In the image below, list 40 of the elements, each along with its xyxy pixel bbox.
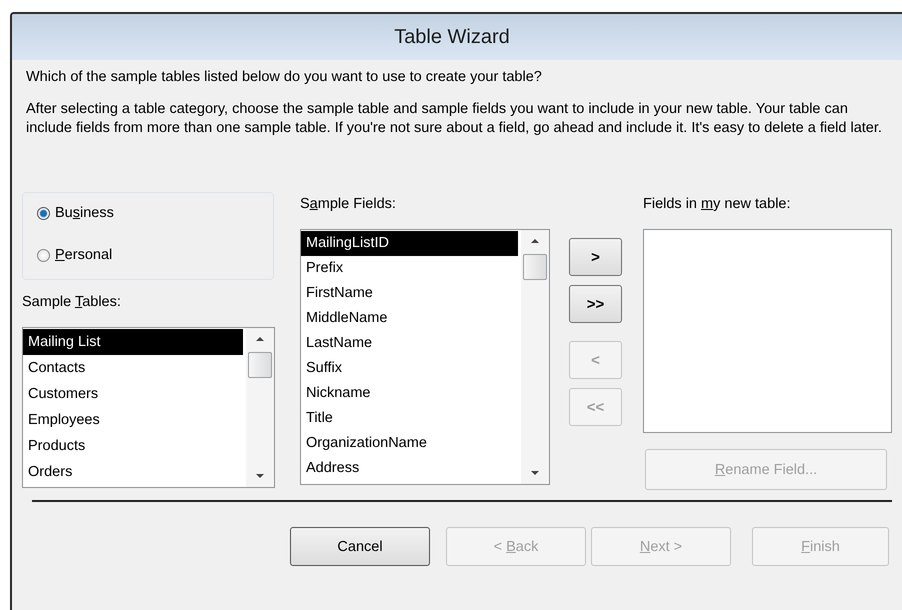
sample-fields-list[interactable]: MailingListID Prefix FirstName MiddleName LastName Suffix Nickname Title OrganizationName Address: [300, 229, 550, 485]
list-item[interactable]: FirstName: [301, 281, 521, 306]
list-item[interactable]: Suffix: [301, 356, 521, 381]
sample-tables-list[interactable]: Mailing List Contacts Customers Employees Products Orders: [22, 327, 275, 488]
radio-icon[interactable]: [37, 206, 50, 220]
move-button[interactable]: >: [569, 238, 622, 276]
scroll-down-icon[interactable]: [255, 473, 265, 479]
scroll-up-icon[interactable]: [530, 238, 540, 244]
wizard-button[interactable]: Cancel: [290, 527, 430, 566]
list-item[interactable]: Mailing List: [23, 329, 243, 355]
list-item[interactable]: Customers: [23, 381, 246, 407]
sample-fields-label: Sample Fields:: [300, 195, 397, 214]
radio-option[interactable]: Personal: [37, 243, 112, 267]
window-title: Table Wizard: [394, 26, 510, 48]
radio-option[interactable]: Business: [37, 201, 114, 225]
radio-icon[interactable]: [37, 248, 50, 262]
list-item[interactable]: LastName: [301, 331, 521, 356]
new-table-fields-list[interactable]: [643, 229, 892, 433]
list-item[interactable]: OrganizationName: [301, 431, 521, 456]
list-item[interactable]: Address: [301, 456, 521, 481]
instructions-text: After selecting a table category, choose the sample table and sample fields you want to include in your new table. Your table can include fields from more than one sample table. If you're not sure about a field, go ahead and include it. It's easy to delete a field later.: [26, 100, 883, 138]
scrollbar-thumb[interactable]: [248, 352, 272, 378]
list-item[interactable]: Employees: [23, 407, 246, 433]
scroll-up-icon[interactable]: [255, 336, 265, 342]
list-item[interactable]: Prefix: [301, 256, 521, 281]
list-item[interactable]: Nickname: [301, 381, 521, 406]
sample-tables-label: Sample Tables:: [22, 293, 122, 312]
list-item[interactable]: MailingListID: [301, 231, 518, 256]
question-text: Which of the sample tables listed below do you want to use to create your table?: [26, 68, 543, 86]
scrollbar[interactable]: [521, 230, 549, 484]
scroll-down-icon[interactable]: [530, 470, 540, 476]
new-table-fields-label: Fields in my new table:: [643, 195, 792, 214]
list-item[interactable]: Orders: [23, 459, 246, 485]
list-item[interactable]: MiddleName: [301, 306, 521, 331]
move-button[interactable]: >>: [569, 285, 622, 323]
scrollbar[interactable]: [246, 328, 274, 487]
list-item[interactable]: Contacts: [23, 355, 246, 381]
list-item[interactable]: Title: [301, 406, 521, 431]
list-item[interactable]: Products: [23, 433, 246, 459]
scrollbar-thumb[interactable]: [523, 254, 547, 280]
